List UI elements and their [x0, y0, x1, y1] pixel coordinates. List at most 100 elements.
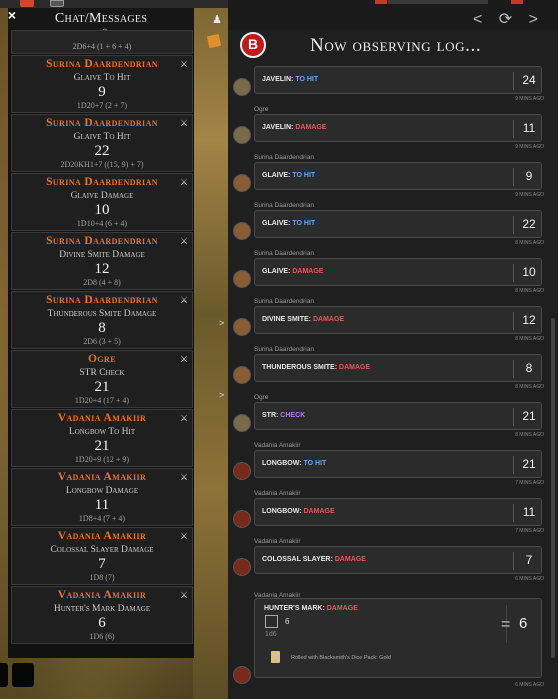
- log-entry-card[interactable]: LONGBOW: DAMAGE 11: [254, 498, 542, 526]
- roll-total: 9: [525, 169, 533, 183]
- msg-formula: 1D20+7 (2 + 7): [76, 101, 128, 110]
- equals-sign: =: [501, 616, 511, 633]
- log-header: Now observing log...: [240, 32, 540, 60]
- log-entry: Surina Daardendrian GLAIVE: TO HIT 22 8 MIN…: [228, 202, 558, 250]
- roll-total: 11: [522, 505, 536, 519]
- timestamp: 7 MINS AGO: [515, 480, 544, 486]
- chevron-right-icon[interactable]: >: [219, 318, 227, 328]
- log-entry: Ogre STR: CHECK 21 8 MINS AGO: [228, 394, 558, 442]
- msg-total: 10: [94, 202, 110, 218]
- msg-roll-name: Longbow Damage: [65, 486, 139, 496]
- divider: [513, 120, 514, 138]
- roll-total: 21: [522, 457, 536, 471]
- chat-message: Ogre STR Check 21 1D20+4 (17 + 4) ⚔: [11, 350, 193, 408]
- timestamp: 8 MINS AGO: [515, 288, 544, 294]
- chat-title: Chat/Messages: [54, 11, 148, 26]
- chat-message: Surina Daardendrian Glaive To Hit 22 2D20KH…: [11, 114, 193, 172]
- log-scrollbar[interactable]: [551, 318, 555, 658]
- log-entry-card[interactable]: DIVINE SMITE: DAMAGE 12: [254, 306, 542, 334]
- msg-character-name: Vadania Amakiir: [57, 412, 147, 424]
- log-entry-label: JAVELIN: DAMAGE: [262, 124, 326, 131]
- log-entry-label: STR: CHECK: [262, 412, 305, 419]
- log-entry-label: LONGBOW: TO HIT: [262, 460, 326, 467]
- log-entry-label: GLAIVE: TO HIT: [262, 220, 315, 227]
- sword-icon: ⚔: [179, 59, 189, 69]
- log-entry-card[interactable]: JAVELIN: DAMAGE 11: [254, 114, 542, 142]
- chat-message-list: 2D6+4 (1 + 6 + 4) Surina Daardendrian Gla…: [11, 30, 193, 644]
- msg-total: 21: [94, 379, 110, 395]
- log-entry-card[interactable]: GLAIVE: DAMAGE 10: [254, 258, 542, 286]
- log-entry-kind: TO HIT: [292, 172, 316, 179]
- msg-roll-name: Glaive To Hit: [73, 132, 131, 142]
- avatar: [233, 126, 251, 144]
- log-entry-label: LONGBOW: DAMAGE: [262, 508, 335, 515]
- timestamp: 6 MINS AGO: [515, 576, 544, 582]
- person-icon[interactable]: ♟: [211, 13, 223, 27]
- msg-character-name: Vadania Amakiir: [57, 530, 147, 542]
- msg-character-name: Surina Daardendrian: [46, 176, 158, 188]
- roll-total: 10: [522, 265, 536, 279]
- log-entry-card[interactable]: THUNDEROUS SMITE: DAMAGE 8: [254, 354, 542, 382]
- roll-total: 12: [522, 313, 536, 327]
- msg-roll-name: Divine Smite Damage: [59, 250, 145, 260]
- log-entry: Surina Daardendrian THUNDEROUS SMITE: DAM…: [228, 346, 558, 394]
- map-visible-strip: [193, 0, 228, 699]
- control-button[interactable]: [0, 663, 8, 687]
- msg-formula: 2D20KH1+7 ((15, 9) + 7): [60, 160, 144, 169]
- msg-total: 9: [98, 84, 106, 100]
- log-entry-kind: DAMAGE: [292, 268, 324, 275]
- topbar-marker: [511, 0, 523, 4]
- msg-total: 7: [98, 556, 106, 572]
- log-entry-card[interactable]: GLAIVE: TO HIT 22: [254, 210, 542, 238]
- log-entry-character: Surina Daardendrian: [254, 202, 314, 209]
- log-entry-kind: TO HIT: [303, 460, 327, 467]
- log-entry-kind: DAMAGE: [295, 124, 327, 131]
- msg-character-name: Vadania Amakiir: [57, 589, 147, 601]
- roll-total: 22: [522, 217, 536, 231]
- avatar: [233, 270, 251, 288]
- log-entry-card[interactable]: JAVELIN: TO HIT 24: [254, 66, 542, 94]
- dice-pack-icon: [271, 651, 280, 663]
- log-entry: Surina Daardendrian DIVINE SMITE: DAMAGE 1…: [228, 298, 558, 346]
- log-entry-label: HUNTER'S MARK: DAMAGE: [264, 605, 358, 612]
- msg-formula: 2D8 (4 + 8): [83, 278, 121, 287]
- divider: [513, 360, 514, 378]
- log-entry-card[interactable]: LONGBOW: TO HIT 21: [254, 450, 542, 478]
- chat-message: Vadania Amakiir Longbow Damage 11 1D8+4 (7 …: [11, 468, 193, 526]
- die-value: 6: [285, 617, 290, 626]
- log-entry-expanded[interactable]: HUNTER'S MARK: DAMAGE 6 1d6 = 6 Rolled w…: [254, 598, 542, 678]
- log-entry-card[interactable]: STR: CHECK 21: [254, 402, 542, 430]
- close-icon[interactable]: ×: [5, 8, 19, 22]
- timestamp: 8 MINS AGO: [515, 336, 544, 342]
- log-entry: Vadania Amakiir COLOSSAL SLAYER: DAMAGE 7 6…: [228, 538, 558, 586]
- msg-formula: 1D10+4 (6 + 4): [76, 219, 128, 228]
- msg-total: 8: [98, 320, 106, 336]
- msg-character-name: Surina Daardendrian: [46, 117, 158, 129]
- log-entry-action: THUNDEROUS SMITE:: [262, 364, 338, 371]
- divider: [513, 72, 514, 90]
- log-entry: Ogre JAVELIN: DAMAGE 11 9 MINS AGO: [228, 106, 558, 154]
- log-title: Now observing log...: [310, 35, 482, 56]
- beyond-logo-icon: [240, 32, 266, 58]
- chevron-right-icon[interactable]: >: [219, 390, 227, 400]
- notes-icon[interactable]: [206, 33, 222, 49]
- control-button[interactable]: [12, 663, 34, 687]
- toolbar-icon[interactable]: [50, 0, 64, 7]
- log-entry-character: Surina Daardendrian: [254, 346, 314, 353]
- msg-roll-name: Longbow To Hit: [68, 427, 136, 437]
- avatar: [233, 366, 251, 384]
- msg-formula: 1D6 (6): [89, 632, 115, 641]
- log-entry-card[interactable]: COLOSSAL SLAYER: DAMAGE 7: [254, 546, 542, 574]
- dice-pack-label: Rolled with Blacksmith's Dice Pack: Gold: [291, 655, 391, 661]
- log-entry-card[interactable]: GLAIVE: TO HIT 9: [254, 162, 542, 190]
- log-nav-icons[interactable]: < ⟳ >: [473, 9, 544, 29]
- log-entry-action: GLAIVE:: [262, 172, 291, 179]
- log-entry-character: Vadania Amakiir: [254, 538, 301, 545]
- msg-character-name: Surina Daardendrian: [46, 235, 158, 247]
- log-entry-character: Ogre: [254, 394, 269, 401]
- log-entry-label: DIVINE SMITE: DAMAGE: [262, 316, 344, 323]
- log-entry-kind: TO HIT: [295, 76, 319, 83]
- toolbar-icon[interactable]: [20, 0, 34, 7]
- log-entry-label: COLOSSAL SLAYER: DAMAGE: [262, 556, 366, 563]
- timestamp: 7 MINS AGO: [515, 528, 544, 534]
